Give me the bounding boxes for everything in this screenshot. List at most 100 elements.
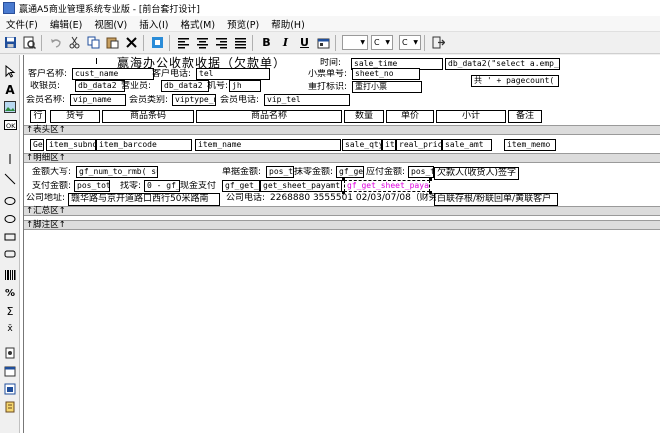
band-footer[interactable]: ↑脚注区↑ [24, 220, 660, 230]
text-tool-icon[interactable]: A [2, 82, 18, 98]
column-header[interactable]: 商品名称 [196, 110, 342, 123]
select-all-icon[interactable] [149, 34, 166, 51]
column-header[interactable]: 单价 [386, 110, 434, 123]
discount-label[interactable]: 抹零金额: [294, 167, 333, 178]
menu-format[interactable]: 格式(M) [174, 17, 221, 31]
print-preview-icon[interactable] [21, 34, 38, 51]
detail-field-price[interactable]: real_price [396, 139, 442, 151]
amount-upper-field[interactable]: gf_num_to_rmb( su [76, 166, 158, 178]
member-type-label[interactable]: 会员类别: [129, 95, 168, 106]
italic-icon[interactable]: I [277, 34, 294, 51]
align-justify-icon[interactable] [232, 34, 249, 51]
percent-icon[interactable]: % [2, 285, 18, 301]
customer-label[interactable]: 客户名称: [28, 69, 67, 80]
align-right-icon[interactable] [213, 34, 230, 51]
customer-field[interactable]: cust_name [72, 68, 154, 80]
cash-field[interactable]: gf_get_ [222, 180, 260, 192]
address-label[interactable]: 公司地址: [26, 193, 65, 204]
line-style-combo[interactable]: ▼ [342, 35, 368, 50]
vertical-line-icon[interactable] [2, 151, 18, 167]
machine-label[interactable]: 机号: [207, 81, 228, 92]
change-label[interactable]: 找零: [120, 181, 141, 192]
image-tool-icon[interactable] [2, 99, 18, 115]
copy-icon[interactable] [85, 34, 102, 51]
machine-field[interactable]: jh [229, 80, 261, 92]
paste-icon[interactable] [104, 34, 121, 51]
single-amount-field[interactable]: pos_t [266, 166, 294, 178]
rounded-rect-icon[interactable] [2, 246, 18, 262]
ok-button-tool-icon[interactable]: OK [2, 117, 18, 133]
address-field[interactable]: 赣华路与京开道路口西行50米路南 [68, 193, 220, 206]
cash-label[interactable]: 现金支付 [180, 181, 216, 192]
payable-label[interactable]: 应付金额: [366, 167, 405, 178]
reprint-field[interactable]: 重打小票 [352, 81, 422, 93]
delete-icon[interactable] [123, 34, 140, 51]
band-summary[interactable]: ↑汇总区↑ [24, 206, 660, 216]
detail-field-name[interactable]: item_name [195, 139, 341, 151]
single-amount-label[interactable]: 单据金额: [222, 167, 261, 178]
align-left-icon[interactable] [175, 34, 192, 51]
time-label[interactable]: 时间: [320, 58, 341, 69]
paid-field[interactable]: pos_tot [74, 180, 110, 192]
cashier-field[interactable]: db_data2 [75, 80, 125, 92]
band-detail[interactable]: ↑明细区↑ [24, 153, 660, 163]
detail-field-amount[interactable]: sale_amt [442, 139, 492, 151]
fore-color-combo[interactable]: C ▼ [371, 35, 393, 50]
bold-icon[interactable]: B [258, 34, 275, 51]
detail-field-memo[interactable]: item_memo [504, 139, 556, 151]
diagonal-line-icon[interactable] [2, 171, 18, 187]
ellipse-outline-icon[interactable] [2, 211, 18, 227]
amount-upper-label[interactable]: 金额大写: [32, 167, 71, 178]
detail-field-row[interactable]: Ge [30, 139, 44, 151]
date-icon[interactable] [2, 363, 18, 379]
column-header[interactable]: 行 [30, 110, 46, 123]
menu-help[interactable]: 帮助(H) [265, 17, 311, 31]
page-count-field[interactable]: 共 ' + pagecount( [471, 75, 559, 87]
change-field[interactable]: 0 - gf_ [144, 180, 180, 192]
detail-field-qty[interactable]: sale_qty [342, 139, 382, 151]
salesperson-query-field[interactable]: db_data2("select a.emp_na [445, 58, 560, 70]
member-type-field[interactable]: viptype_n [172, 94, 216, 106]
sales-field[interactable]: db_data2 [161, 80, 209, 92]
sales-label[interactable]: 营业员: [121, 81, 151, 92]
menu-file[interactable]: 文件(F) [0, 17, 44, 31]
undo-icon[interactable] [47, 34, 64, 51]
paid-label[interactable]: 支付金额: [32, 181, 71, 192]
member-phone-field[interactable]: vip_tel [264, 94, 350, 106]
menu-preview[interactable]: 预览(P) [221, 17, 265, 31]
properties-icon[interactable] [315, 34, 332, 51]
save-icon[interactable] [2, 34, 19, 51]
cust-phone-label[interactable]: 客户电话: [152, 69, 191, 80]
sum-icon[interactable]: Σ [2, 303, 18, 319]
company-phone-label[interactable]: 公司电话: [226, 193, 265, 204]
detail-field-unit[interactable]: ite [382, 139, 396, 151]
column-header[interactable]: 商品条码 [102, 110, 194, 123]
back-color-combo[interactable]: C ▼ [399, 35, 421, 50]
cust-phone-field[interactable]: tel [196, 68, 270, 80]
menu-edit[interactable]: 编辑(E) [44, 17, 88, 31]
rectangle-tool-icon[interactable] [2, 229, 18, 245]
discount-field[interactable]: gf_get [336, 166, 364, 178]
ellipse-tool-icon[interactable] [2, 193, 18, 209]
underline-icon[interactable]: U [296, 34, 313, 51]
ticket-no-field[interactable]: sheet_no [352, 68, 420, 80]
column-header[interactable]: 货号 [50, 110, 100, 123]
column-header[interactable]: 备注 [508, 110, 542, 123]
selection-handle[interactable] [342, 178, 345, 181]
page-number-icon[interactable] [2, 345, 18, 361]
payable-field[interactable]: pos_t [408, 166, 434, 178]
copies-field[interactable]: 白联存根/粉联回单/黄联客户 [434, 193, 558, 206]
detail-field-subno[interactable]: item_subno [46, 139, 96, 151]
calendar-icon[interactable] [2, 381, 18, 397]
cashier-label[interactable]: 收银员: [30, 81, 60, 92]
cut-icon[interactable] [66, 34, 83, 51]
reprint-label[interactable]: 重打标识: [308, 82, 347, 93]
menu-insert[interactable]: 插入(I) [133, 17, 174, 31]
member-phone-label[interactable]: 会员电话: [220, 95, 259, 106]
band-header[interactable]: ↑表头区↑ [24, 125, 660, 135]
align-center-icon[interactable] [194, 34, 211, 51]
average-icon[interactable]: x̄ [2, 321, 18, 337]
signature-label[interactable]: 欠款人(收货人)签字 [434, 167, 520, 180]
design-canvas[interactable]: 赢海办公收款收据（欠款单） 时间: sale_time db_data2("se… [24, 55, 660, 433]
company-phone-field[interactable]: 2268880 3555501 02/03/07/08（财务） [270, 193, 436, 204]
